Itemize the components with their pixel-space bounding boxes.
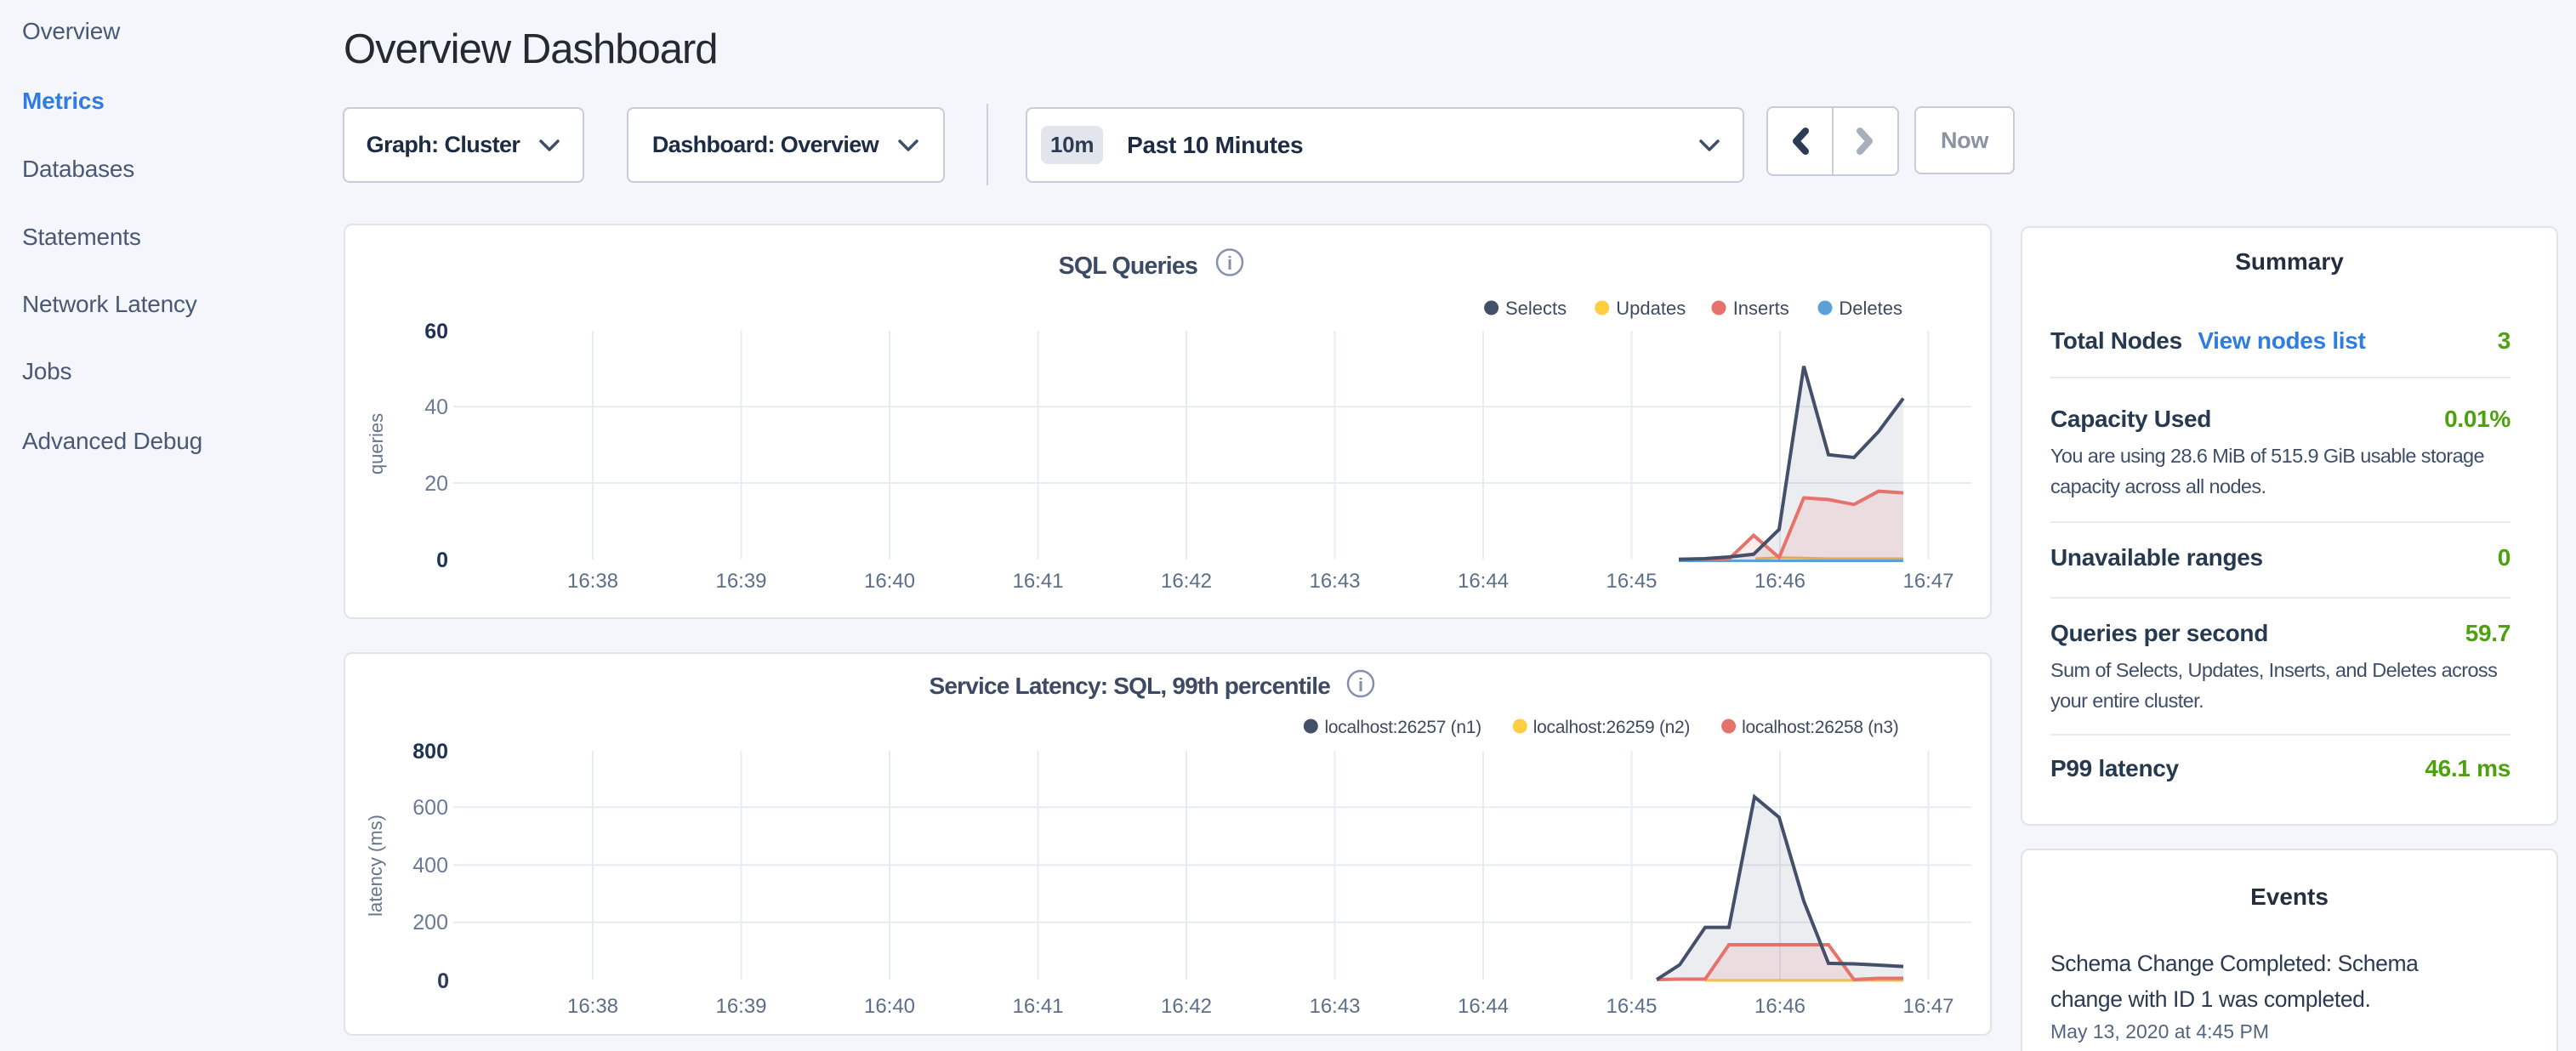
svg-text:SQL Queries: SQL Queries <box>1059 253 1197 280</box>
svg-text:Inserts: Inserts <box>1733 298 1789 319</box>
svg-text:16:43: 16:43 <box>1309 570 1360 593</box>
svg-text:600: 600 <box>412 796 448 820</box>
svg-text:0: 0 <box>437 969 449 993</box>
svg-text:60: 60 <box>424 320 448 344</box>
svg-text:localhost:26258 (n3): localhost:26258 (n3) <box>1742 718 1898 737</box>
svg-text:16:38: 16:38 <box>567 570 618 593</box>
svg-text:16:46: 16:46 <box>1754 570 1805 593</box>
svg-text:i: i <box>1358 674 1363 696</box>
svg-text:20: 20 <box>424 472 448 496</box>
svg-text:0: 0 <box>436 548 448 572</box>
svg-text:16:42: 16:42 <box>1161 570 1212 593</box>
svg-text:200: 200 <box>412 911 448 935</box>
svg-text:16:43: 16:43 <box>1309 995 1360 1018</box>
svg-text:16:44: 16:44 <box>1458 570 1509 593</box>
svg-text:queries: queries <box>366 413 387 474</box>
svg-text:localhost:26259 (n2): localhost:26259 (n2) <box>1533 718 1690 737</box>
svg-text:16:47: 16:47 <box>1902 995 1953 1018</box>
svg-text:latency (ms): latency (ms) <box>365 815 386 917</box>
svg-text:16:39: 16:39 <box>715 570 766 593</box>
svg-text:16:40: 16:40 <box>864 570 915 593</box>
svg-text:800: 800 <box>412 740 448 764</box>
svg-text:16:38: 16:38 <box>567 995 618 1018</box>
svg-text:400: 400 <box>412 854 448 878</box>
svg-text:16:40: 16:40 <box>864 995 915 1018</box>
svg-text:Service Latency: SQL, 99th per: Service Latency: SQL, 99th percentile <box>930 673 1331 699</box>
svg-text:16:41: 16:41 <box>1012 570 1063 593</box>
svg-text:16:39: 16:39 <box>715 995 766 1018</box>
svg-text:16:45: 16:45 <box>1606 995 1657 1018</box>
svg-text:localhost:26257 (n1): localhost:26257 (n1) <box>1325 718 1481 737</box>
svg-text:Selects: Selects <box>1505 298 1567 319</box>
svg-text:40: 40 <box>424 395 448 419</box>
svg-text:16:45: 16:45 <box>1606 570 1657 593</box>
svg-text:i: i <box>1227 253 1232 274</box>
svg-text:16:41: 16:41 <box>1012 995 1063 1018</box>
svg-text:16:47: 16:47 <box>1902 570 1953 593</box>
svg-text:16:44: 16:44 <box>1458 995 1509 1018</box>
svg-text:16:42: 16:42 <box>1161 995 1212 1018</box>
svg-text:Deletes: Deletes <box>1839 298 1902 319</box>
svg-text:Updates: Updates <box>1616 298 1686 319</box>
svg-text:16:46: 16:46 <box>1754 995 1805 1018</box>
